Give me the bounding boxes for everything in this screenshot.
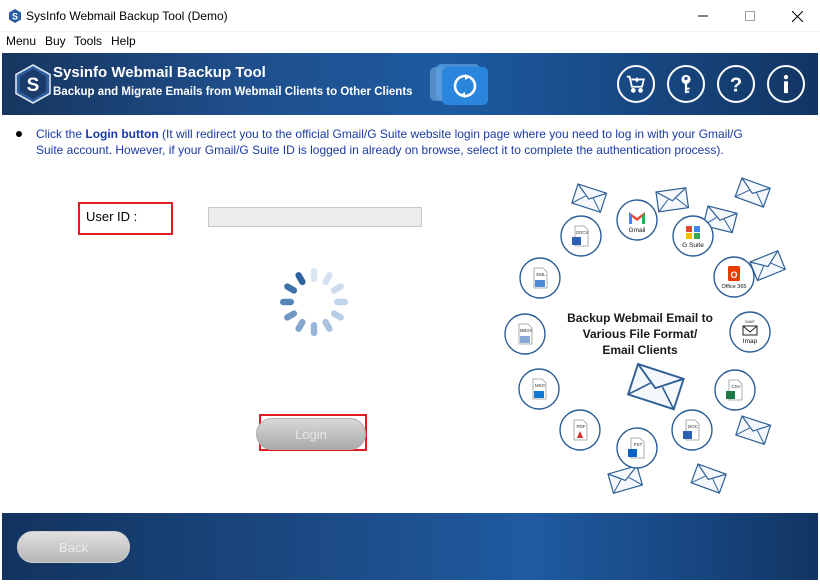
login-button[interactable]: Login [256, 418, 366, 450]
svg-text:MSG: MSG [535, 383, 546, 388]
maximize-button[interactable] [727, 0, 773, 32]
envelope-large-icon [627, 363, 685, 411]
menu-item-help[interactable]: Help [111, 34, 136, 48]
menu-item-buy[interactable]: Buy [45, 34, 66, 48]
envelope-icon [690, 463, 727, 494]
office365-badge: O Office 365 [713, 256, 755, 298]
imap-badge: IMAP Imap [729, 311, 771, 353]
back-button[interactable]: Back [17, 531, 130, 563]
menu-item-tools[interactable]: Tools [74, 34, 102, 48]
user-id-input[interactable] [208, 207, 422, 227]
docx-badge: DOCX [560, 215, 602, 257]
pst-badge: PST [616, 427, 658, 469]
question-icon: ? [730, 74, 742, 95]
caption-line-1: Backup Webmail Email to [567, 311, 713, 325]
close-button[interactable] [774, 0, 820, 32]
menu-item-menu[interactable]: Menu [6, 34, 36, 48]
cart-icon [626, 75, 645, 93]
svg-text:G Suite: G Suite [682, 242, 704, 249]
sync-mail-icon [430, 64, 488, 105]
envelope-icon [735, 415, 772, 445]
help-button[interactable]: ? [717, 65, 755, 103]
user-id-label: User ID : [86, 209, 138, 224]
header-banner: S Sysinfo Webmail Backup Tool Backup and… [2, 53, 818, 115]
key-icon [681, 74, 691, 94]
envelope-icon [655, 187, 690, 213]
svg-text:O: O [730, 270, 737, 280]
close-icon [791, 10, 803, 22]
envelope-icon [571, 183, 608, 213]
envelope-icon [607, 465, 643, 494]
info-button[interactable] [767, 65, 805, 103]
caption-line-2: Various File Format/ [583, 327, 698, 341]
svg-text:MBOX: MBOX [520, 328, 533, 333]
eml-badge: EML [519, 257, 561, 299]
envelope-icon [734, 177, 771, 208]
menu-bar: Menu Buy Tools Help [0, 32, 820, 52]
svg-text:IMAP: IMAP [745, 319, 755, 324]
bullet-icon [16, 131, 22, 137]
svg-text:PDF: PDF [577, 424, 586, 429]
caption-line-3: Email Clients [602, 343, 678, 357]
minimize-button[interactable] [680, 0, 726, 32]
gmail-badge: Gmail [616, 199, 658, 241]
svg-text:Imap: Imap [743, 338, 758, 345]
svg-text:DOCX: DOCX [576, 230, 588, 235]
loading-spinner-icon [280, 268, 348, 336]
activate-key-button[interactable] [667, 65, 705, 103]
header-subtitle: Backup and Migrate Emails from Webmail C… [53, 86, 413, 98]
window-title: SysInfo Webmail Backup Tool (Demo) [26, 9, 228, 23]
gsuite-badge: G Suite [672, 215, 714, 257]
info-icon [783, 74, 789, 94]
svg-text:CSV: CSV [731, 384, 740, 389]
buy-cart-button[interactable] [617, 65, 655, 103]
svg-text:DOC: DOC [688, 424, 699, 429]
svg-text:EML: EML [536, 272, 546, 277]
app-logo-icon: S [9, 9, 21, 23]
svg-text:PST: PST [634, 442, 643, 447]
msg-badge: MSG [518, 368, 560, 410]
sysinfo-logo-icon: S [15, 64, 51, 104]
svg-text:S: S [12, 12, 18, 22]
backup-illustration: Backup Webmail Email to Various File For… [504, 177, 786, 494]
header-title: Sysinfo Webmail Backup Tool [53, 64, 266, 81]
title-bar: S SysInfo Webmail Backup Tool (Demo) [0, 0, 820, 32]
csv-badge: CSV [714, 369, 756, 411]
maximize-icon [745, 11, 755, 21]
minimize-icon [698, 15, 708, 17]
mbox-badge: MBOX [504, 313, 546, 355]
doc-badge: DOC [671, 409, 713, 451]
instruction-text: Click the Login button (It will redirect… [36, 127, 743, 157]
envelope-icon [749, 250, 786, 282]
svg-text:?: ? [730, 74, 742, 95]
pdf-badge: PDF [559, 409, 601, 451]
svg-text:Gmail: Gmail [629, 227, 647, 234]
instruction-highlight: Login button [85, 127, 159, 141]
svg-text:Office 365: Office 365 [722, 284, 747, 290]
svg-text:S: S [27, 75, 40, 96]
